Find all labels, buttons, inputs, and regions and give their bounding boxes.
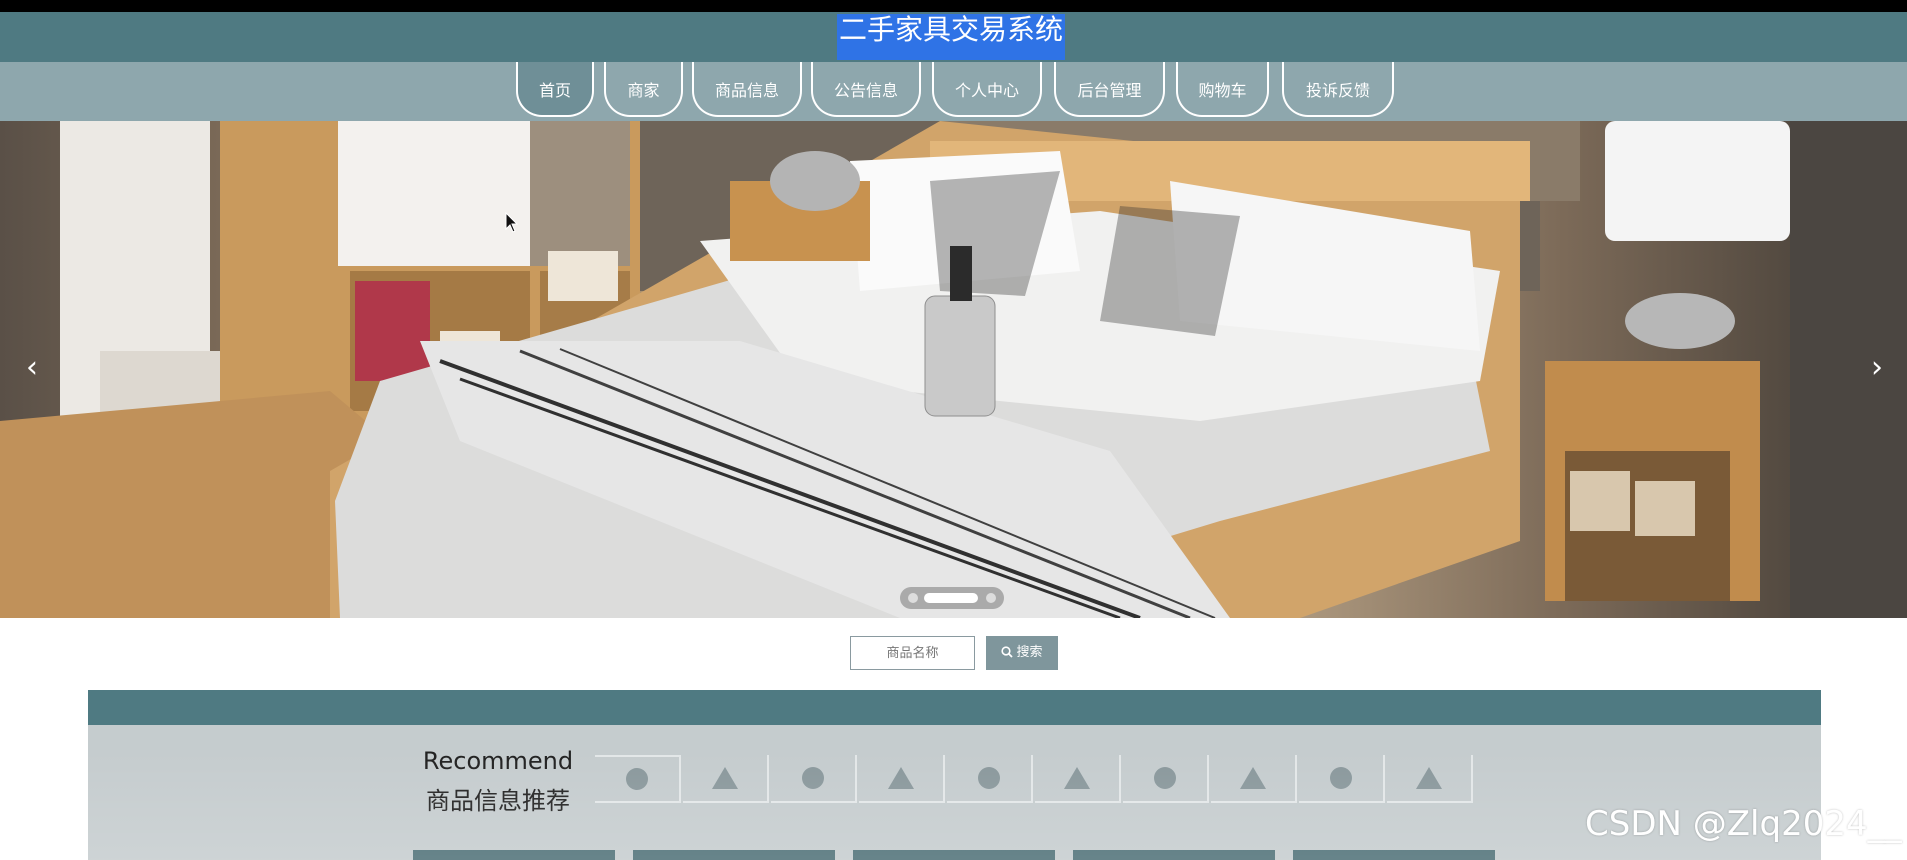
site-title: 二手家具交易系统 [837,14,1066,60]
mouse-cursor-icon [505,212,519,233]
carousel-prev-button[interactable]: ‹ [21,350,43,386]
recommend-tab-2[interactable] [683,755,769,803]
recommend-header-bar [88,690,1821,725]
recommend-tab-10[interactable] [1387,755,1473,803]
product-card[interactable] [633,850,835,860]
recommend-tab-5[interactable] [947,755,1033,803]
carousel-indicators [900,587,1004,609]
nav-item-merchants[interactable]: 商家 [604,62,683,117]
chevron-right-icon: › [1871,350,1883,385]
nav-item-admin[interactable]: 后台管理 [1054,62,1165,117]
circle-icon [626,768,648,790]
nav-item-feedback[interactable]: 投诉反馈 [1282,62,1394,117]
recommend-tab-1[interactable] [595,755,681,803]
watermark-text: CSDN @Zlq2024__ [1585,804,1902,844]
carousel-dot-3[interactable] [986,593,996,603]
recommend-tab-7[interactable] [1123,755,1209,803]
recommend-tab-4[interactable] [859,755,945,803]
product-card[interactable] [1073,850,1275,860]
product-card[interactable] [1293,850,1495,860]
triangle-icon [1240,767,1266,789]
search-button-label: 搜索 [1016,645,1043,660]
recommend-tab-6[interactable] [1035,755,1121,803]
nav-item-announcements[interactable]: 公告信息 [811,62,921,117]
recommend-title-en: Recommend [422,747,574,775]
product-card[interactable] [413,850,615,860]
nav-item-products[interactable]: 商品信息 [692,62,802,117]
triangle-icon [888,767,914,789]
nav-item-home[interactable]: 首页 [516,62,594,117]
search-button[interactable]: 搜索 [986,636,1058,670]
triangle-icon [1064,767,1090,789]
carousel-dot-1[interactable] [908,593,918,603]
recommend-tab-3[interactable] [771,755,857,803]
triangle-icon [1416,767,1442,789]
recommend-title-cn: 商品信息推荐 [426,787,570,815]
top-border [0,0,1907,12]
circle-icon [1330,767,1352,789]
nav-item-cart[interactable]: 购物车 [1176,62,1269,117]
circle-icon [1154,767,1176,789]
carousel-next-button[interactable]: › [1866,350,1888,386]
search-input[interactable] [850,636,975,670]
chevron-left-icon: ‹ [26,350,38,385]
product-card[interactable] [853,850,1055,860]
recommend-tab-9[interactable] [1299,755,1385,803]
nav-item-profile[interactable]: 个人中心 [932,62,1042,117]
search-icon [1001,646,1014,658]
hero-banner[interactable]: ‹ › [0,121,1907,618]
bedroom-photo [0,121,1907,618]
carousel-dot-2[interactable] [924,593,978,603]
circle-icon [978,767,1000,789]
circle-icon [802,767,824,789]
recommend-tab-8[interactable] [1211,755,1297,803]
triangle-icon [712,767,738,789]
